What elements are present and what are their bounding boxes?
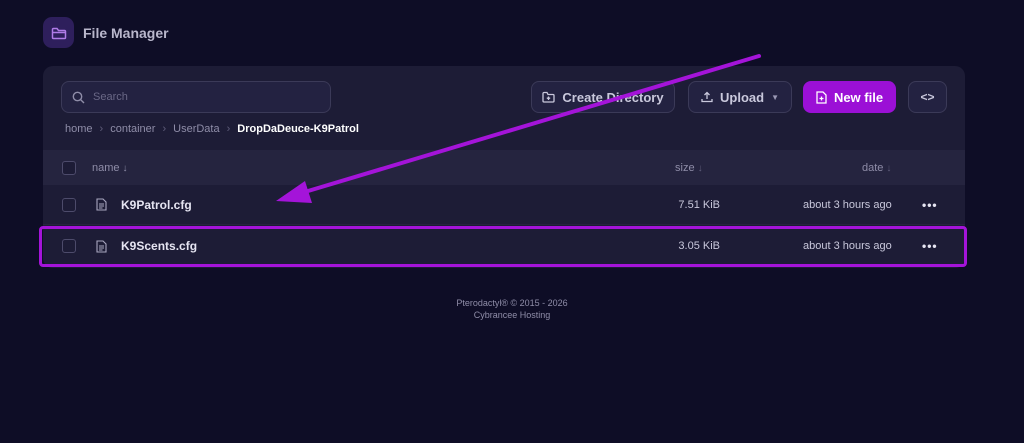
breadcrumb-container[interactable]: container [110, 123, 155, 135]
column-date-header[interactable]: date ↓ [862, 162, 891, 174]
page-title: File Manager [83, 24, 169, 41]
breadcrumb-home[interactable]: home [65, 123, 93, 135]
file-date: about 3 hours ago [803, 198, 892, 211]
file-size: 7.51 KiB [678, 198, 720, 211]
column-name-header[interactable]: name ↓ [92, 162, 128, 174]
select-all-checkbox[interactable] [62, 160, 76, 175]
file-plus-icon [816, 90, 827, 104]
sort-arrow-icon: ↓ [697, 162, 703, 174]
annotation-highlight-box [39, 226, 967, 267]
create-directory-label: Create Directory [562, 89, 664, 105]
footer-copyright: Pterodactyl® © 2015 - 2026 [456, 298, 568, 308]
breadcrumb-current: DropDaDeuce-K9Patrol [237, 123, 359, 135]
column-size-label: size [675, 161, 695, 174]
row-checkbox[interactable] [62, 197, 76, 212]
new-file-label: New file [833, 89, 884, 105]
folder-plus-icon [542, 91, 556, 103]
code-view-button[interactable]: <> [908, 81, 947, 113]
file-text-icon [96, 198, 107, 211]
folder-icon [43, 17, 74, 48]
chevron-down-icon: ▼ [771, 92, 779, 102]
sort-arrow-icon: ↓ [886, 162, 892, 174]
app-header: File Manager [43, 17, 169, 48]
column-date-label: date [862, 161, 884, 174]
breadcrumb: home › container › UserData › DropDaDeuc… [65, 123, 359, 135]
sort-arrow-icon: ↓ [122, 162, 128, 174]
footer-host: Cybrancee Hosting [473, 310, 551, 320]
column-size-header[interactable]: size ↓ [675, 162, 703, 174]
new-file-button[interactable]: New file [803, 81, 896, 113]
breadcrumb-userdata[interactable]: UserData [173, 123, 219, 135]
code-icon: <> [920, 90, 935, 104]
table-row[interactable]: K9Patrol.cfg 7.51 KiB about 3 hours ago … [43, 185, 965, 225]
upload-label: Upload [720, 89, 765, 105]
search-box[interactable] [61, 81, 331, 113]
column-name-label: name [92, 161, 120, 174]
chevron-right-icon: › [99, 123, 104, 135]
upload-button[interactable]: Upload ▼ [688, 81, 792, 113]
chevron-right-icon: › [226, 123, 231, 135]
upload-icon [701, 91, 713, 103]
search-icon [72, 91, 85, 104]
more-options-icon[interactable]: ••• [922, 198, 938, 212]
search-input[interactable] [93, 91, 313, 103]
chevron-right-icon: › [162, 123, 167, 135]
table-header: name ↓ size ↓ date ↓ [43, 150, 965, 185]
create-directory-button[interactable]: Create Directory [531, 81, 675, 113]
file-name[interactable]: K9Patrol.cfg [121, 198, 192, 212]
footer: Pterodactyl® © 2015 - 2026 Cybrancee Hos… [0, 297, 1024, 321]
